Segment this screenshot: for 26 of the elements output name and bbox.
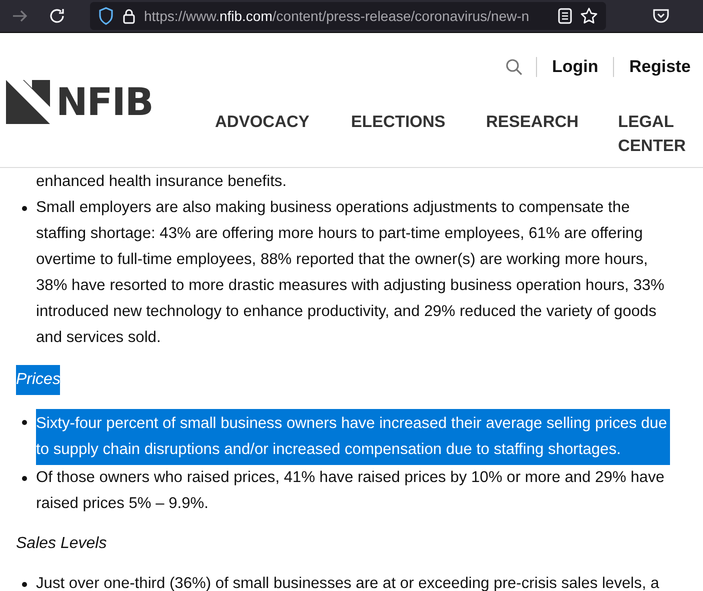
- account-link[interactable]: Login: [537, 57, 614, 77]
- pocket-icon: [652, 8, 670, 24]
- nav-link[interactable]: LEGAL CENTER: [618, 110, 690, 158]
- section-heading: Sales Levels: [16, 534, 107, 554]
- bullet-icon: [22, 420, 27, 425]
- shield-icon[interactable]: [98, 7, 114, 25]
- search-icon[interactable]: [505, 58, 523, 76]
- account-link[interactable]: Registe: [614, 57, 703, 77]
- logo[interactable]: NFIB: [56, 83, 153, 121]
- logo-mark-icon: [6, 80, 52, 124]
- nav-link[interactable]: ELECTIONS: [351, 110, 446, 134]
- nav-link[interactable]: RESEARCH: [486, 110, 578, 134]
- bullet-text: Just over one-third (36%) of small businesses are at or exceeding pre-crisis sales levels, a: [36, 574, 660, 591]
- bullet-text: Small employers are also making business operations adjustments to compensate the staffing shortage: 43% are offering more hours to part-time employees, 61% are offering overtime to full-time employees, 88% reported that the owner(s) are working more hours, 38% have resorted to more drastic measures with adjusting business operation hours, 33% introduced new technology to enhance productivity, and 29% reduced the variety of goods and services sold.: [36, 198, 666, 348]
- bullet-text: Of those owners who raised prices, 41% have raised prices by 10% or more and 29% have raised prices 5% – 9.9%.: [36, 468, 666, 514]
- section-heading: Prices: [16, 365, 60, 395]
- reload-icon: [48, 7, 66, 25]
- bullet-icon: [22, 582, 27, 587]
- nav-link[interactable]: ADVOCACY: [215, 110, 311, 134]
- bullet-icon: [22, 206, 27, 211]
- reader-view-icon[interactable]: [558, 8, 572, 24]
- bullet-icon: [22, 476, 27, 481]
- star-icon[interactable]: [580, 7, 598, 25]
- bullet-text: Sixty-four percent of small business owners have increased their average selling prices due to supply chain disruptions and/or increased compensation due to staffing shortages.: [36, 409, 670, 465]
- lock-icon[interactable]: [122, 8, 136, 24]
- bullet-text: enhanced health insurance benefits.: [36, 172, 287, 192]
